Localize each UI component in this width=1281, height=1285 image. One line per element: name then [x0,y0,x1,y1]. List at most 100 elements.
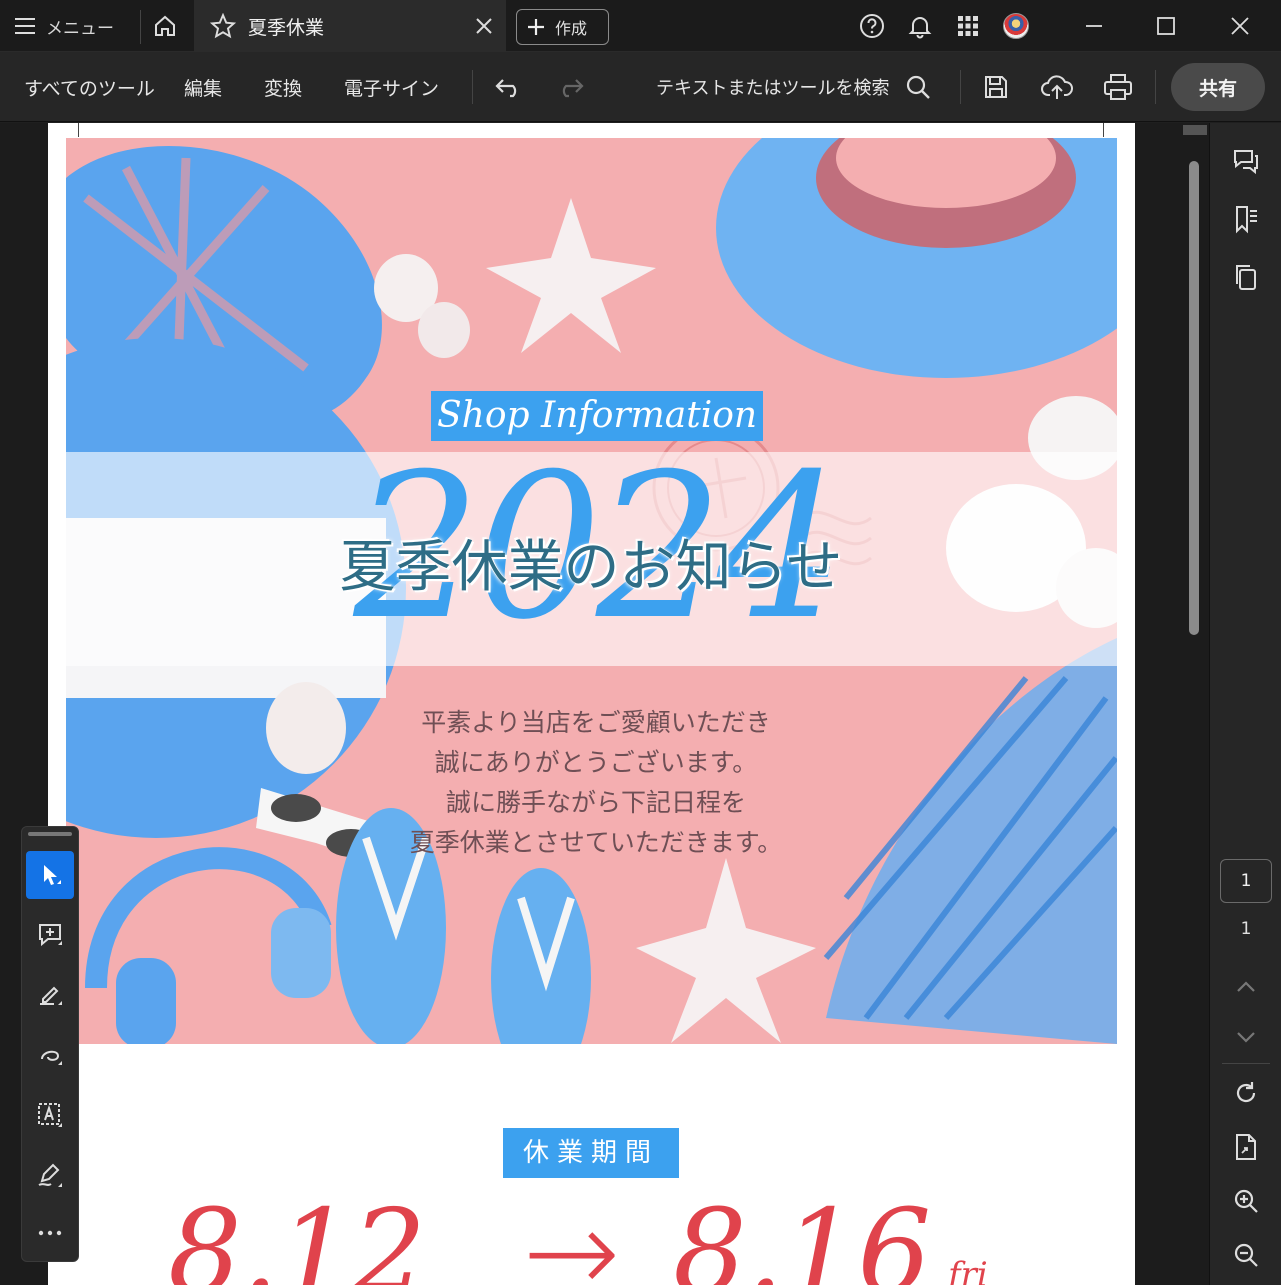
window-close-icon [1231,17,1249,35]
plus-icon [528,19,544,35]
help-icon [860,14,884,38]
avatar [1003,13,1029,39]
apps-button[interactable] [948,0,988,52]
chevron-up-icon [1237,981,1255,992]
highlight-icon [40,986,62,1005]
search-tools-field[interactable]: テキストまたはツールを検索 [656,52,931,122]
end-weekday: fri [948,1255,988,1285]
divider [1222,1063,1270,1064]
apps-grid-icon [958,16,978,36]
hero-image: 2024 Shop Information 夏季休業のお知らせ 平素より当店をご… [66,138,1117,1044]
more-icon [38,1230,62,1236]
divider [472,70,473,104]
bell-icon [908,17,932,39]
minimize-icon [1086,25,1102,27]
zoom-out-button[interactable] [1210,1233,1281,1277]
print-icon [1104,74,1132,100]
tab-close-button[interactable] [472,14,496,38]
upload-button[interactable] [1041,52,1073,122]
rotate-button[interactable] [1210,1071,1281,1115]
zoom-in-icon [1234,1189,1258,1213]
maximize-icon [1157,17,1175,35]
total-pages: 1 [1240,919,1252,939]
zoom-out-icon [1234,1243,1258,1267]
highlight-tool[interactable] [26,971,74,1019]
save-button[interactable] [982,52,1010,122]
redo-icon [562,79,584,98]
quick-tools-panel [21,826,79,1262]
previous-page-button[interactable] [1210,965,1281,1009]
maximize-button[interactable] [1146,0,1186,52]
start-date: 8.12 [168,1185,427,1285]
search-placeholder: テキストまたはツールを検索 [656,78,890,99]
star-icon[interactable] [210,13,236,39]
date-arrow: → [523,1185,621,1285]
pages-panel-button[interactable] [1210,255,1281,299]
main-toolbar: すべてのツール 編集 変換 電子サイン テキストまたはツールを検索 共有 [0,52,1281,122]
greeting-line: 誠に勝手ながら下記日程を [445,788,746,817]
comments-panel-button[interactable] [1210,139,1281,183]
greeting-line: 誠にありがとうございます。 [434,748,758,777]
tab-title: 夏季休業 [248,16,325,39]
comment-icon [1234,150,1258,175]
next-page-button[interactable] [1210,1015,1281,1059]
page-options-button[interactable] [1210,1125,1281,1169]
bookmarks-panel-button[interactable] [1210,197,1281,241]
page-file-icon [1236,1134,1256,1160]
scrollbar-thumb[interactable] [1189,161,1199,635]
document-tab[interactable]: 夏季休業 [194,0,506,52]
greeting-line: 平素より当店をご愛顧いただき [421,708,771,737]
convert-menu[interactable]: 変換 [264,52,302,122]
more-tools-button[interactable] [26,1209,74,1257]
help-button[interactable] [852,0,892,52]
draw-tool[interactable] [26,1031,74,1079]
select-arrow-icon [44,865,61,885]
divider [960,70,961,104]
scrollbar-cap [1183,125,1207,135]
zoom-in-button[interactable] [1210,1179,1281,1223]
shop-info-label[interactable]: Shop Information [431,391,764,441]
crop-marks [78,123,1104,137]
bookmark-icon [1236,206,1257,234]
add-comment-tool[interactable] [26,911,74,959]
esign-menu[interactable]: 電子サイン [344,52,439,122]
window-close-button[interactable] [1220,0,1260,52]
closed-dates: 8.12 → 8.16 fri [148,1183,1048,1285]
pdf-page[interactable]: 2024 Shop Information 夏季休業のお知らせ 平素より当店をご… [48,123,1135,1285]
notifications-button[interactable] [900,0,940,52]
home-button[interactable] [150,0,180,52]
vertical-scrollbar[interactable] [1181,123,1209,1285]
share-button[interactable]: 共有 [1171,63,1265,111]
undo-button[interactable] [494,52,524,122]
text-recognize-tool[interactable] [26,1091,74,1139]
right-rail: 1 1 [1209,123,1281,1285]
notice-title: 夏季休業のお知らせ [339,535,843,600]
text-recognize-icon [38,1103,62,1127]
redo-button[interactable] [555,52,585,122]
hamburger-icon [15,18,35,34]
home-icon [155,15,175,36]
document-viewport[interactable]: 2024 Shop Information 夏季休業のお知らせ 平素より当店をご… [0,123,1209,1285]
menu-label: メニュー [46,18,114,39]
sign-tool[interactable] [26,1151,74,1199]
drag-handle[interactable] [28,832,72,836]
refresh-icon [1236,1082,1256,1103]
divider [140,10,141,44]
save-icon [985,76,1007,98]
upload-cloud-icon [1041,75,1073,99]
undo-icon [495,79,517,98]
edit-menu[interactable]: 編集 [184,52,222,122]
add-comment-icon [39,924,62,947]
all-tools-menu[interactable]: すべてのツール [24,52,155,122]
draw-icon [41,1050,62,1065]
create-label: 作成 [555,19,588,38]
end-date: 8.16 [673,1185,932,1285]
profile-button[interactable] [996,0,1036,52]
current-page-input[interactable]: 1 [1220,859,1272,903]
menu-button[interactable]: メニュー [14,0,114,52]
minimize-button[interactable] [1074,0,1114,52]
print-button[interactable] [1102,52,1134,122]
closed-period-label: 休業期間 [503,1128,679,1178]
create-button[interactable]: 作成 [516,9,609,45]
select-tool[interactable] [26,851,74,899]
